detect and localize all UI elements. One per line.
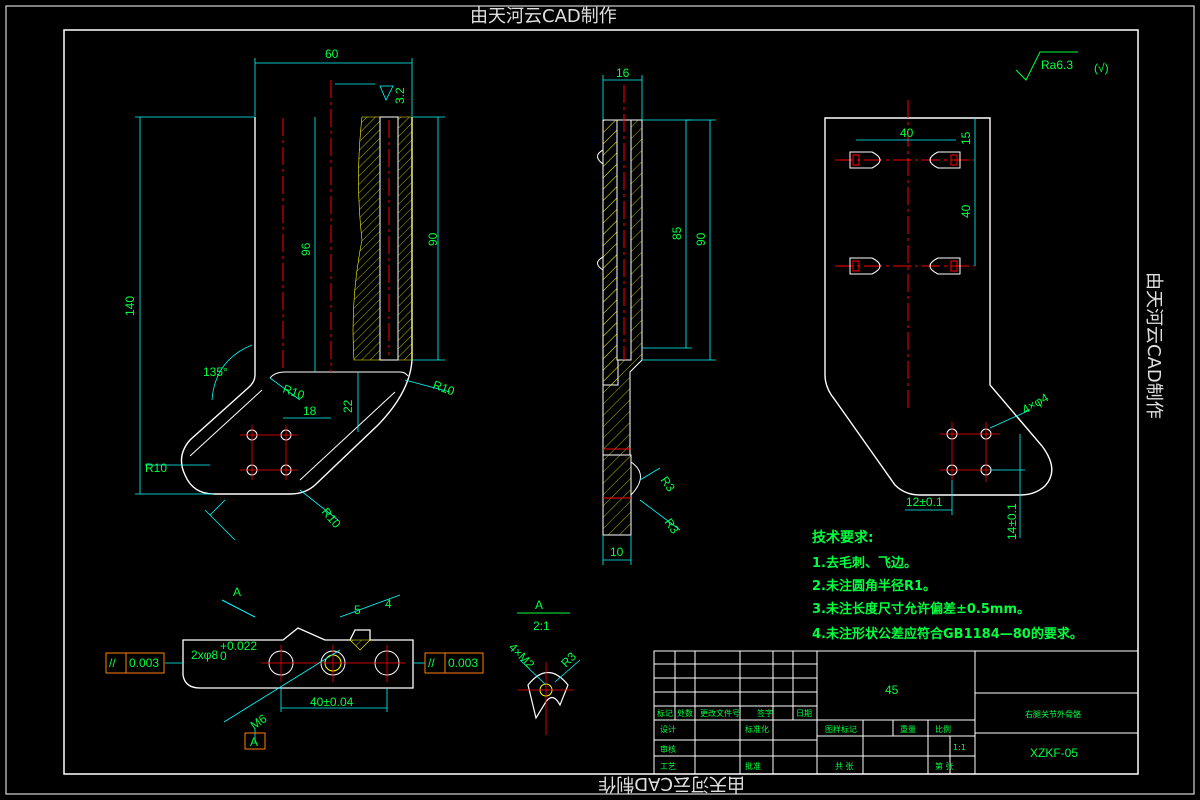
technical-requirements: 技术要求: 1.去毛刺、飞边。 2.未注圆角半径R1。 3.未注长度尺寸允许偏差…: [812, 529, 1083, 642]
svg-text:0: 0: [220, 649, 227, 663]
title-block-text: 标记 处数 更改文件号 签字 日期 设计 标准化 审核 工艺 批准 图样标记 重…: [657, 683, 1081, 771]
svg-text:3.未注长度尺寸允许偏差±0.5mm。: 3.未注长度尺寸允许偏差±0.5mm。: [812, 601, 1030, 617]
detail-a-view: A 2:1 4×M2 R3: [506, 598, 581, 735]
svg-text:0.003: 0.003: [448, 656, 478, 670]
tolerance-frame-right: // 0.003: [424, 652, 484, 674]
svg-text:R10: R10: [319, 505, 344, 531]
svg-text:R10: R10: [145, 461, 167, 475]
svg-text:A: A: [233, 585, 241, 599]
svg-text:M6: M6: [248, 711, 270, 732]
roughness-symbol: Ra6.3 (√): [1015, 51, 1109, 81]
svg-text:90: 90: [426, 232, 440, 246]
svg-text:15: 15: [959, 131, 973, 145]
svg-text:40±0.04: 40±0.04: [310, 695, 354, 709]
svg-text:R10: R10: [431, 378, 457, 399]
side-view: 16 85 90 10 R3 R3: [597, 66, 716, 565]
plan-view: 40 15 40 4×φ4 12±0.1 14±0.1: [824, 100, 1053, 540]
svg-text:R10: R10: [281, 382, 307, 403]
svg-text://: //: [428, 656, 435, 670]
svg-text:图样标记: 图样标记: [825, 724, 857, 734]
scale-value: 1:1: [953, 743, 966, 752]
svg-text:60: 60: [325, 47, 339, 61]
svg-text:135°: 135°: [203, 365, 228, 379]
svg-text:标准化: 标准化: [745, 724, 769, 734]
svg-text:签字: 签字: [757, 708, 773, 718]
svg-text:140: 140: [123, 296, 137, 316]
svg-text:设计: 设计: [660, 724, 676, 734]
svg-text:标记: 标记: [657, 708, 673, 718]
svg-text:0.003: 0.003: [129, 656, 159, 670]
svg-text:R3: R3: [658, 474, 678, 495]
svg-text:85: 85: [670, 226, 684, 240]
svg-text:5: 5: [354, 603, 361, 617]
tolerance-frame-left: // 0.003: [105, 652, 165, 674]
front-holes: [246, 429, 292, 476]
plan-slots: [849, 151, 961, 275]
svg-text:90: 90: [694, 232, 708, 246]
svg-text:4: 4: [385, 597, 392, 611]
cad-drawing: 由天河云CAD制作 由天河云CAD制作 由天河云CAD制作 Ra6.3 (√): [5, 5, 1195, 795]
front-view: 60 140 96 90 3.2 135° R10 R10 R10 R10 18…: [123, 47, 457, 541]
watermark-right: 由天河云CAD制作: [1143, 272, 1164, 419]
svg-text:2.未注圆角半径R1。: 2.未注圆角半径R1。: [812, 578, 936, 594]
svg-text:R3: R3: [558, 649, 579, 670]
svg-text:更改文件号: 更改文件号: [700, 708, 740, 718]
svg-text:共 张: 共 张: [835, 762, 854, 771]
svg-text:1.去毛刺、飞边。: 1.去毛刺、飞边。: [812, 555, 917, 571]
svg-text:4.未注形状公差应符合GB1184—80的要求。: 4.未注形状公差应符合GB1184—80的要求。: [812, 626, 1083, 642]
datum-a-box: A: [244, 732, 266, 750]
svg-text:日期: 日期: [796, 709, 812, 718]
svg-text:A: A: [250, 735, 258, 749]
svg-text:A: A: [535, 598, 543, 612]
svg-text:第 张: 第 张: [935, 761, 954, 771]
drawing-number: XZKF-05: [1030, 746, 1078, 760]
part-name: 右腿关节外骨骼: [1025, 709, 1081, 719]
svg-text:重量: 重量: [900, 724, 916, 734]
watermark-top: 由天河云CAD制作: [470, 6, 617, 27]
svg-text:16: 16: [616, 66, 630, 80]
svg-text:2xφ8: 2xφ8: [191, 648, 218, 662]
svg-text:比例: 比例: [935, 724, 951, 734]
svg-text:14±0.1: 14±0.1: [1005, 503, 1019, 540]
svg-text:22: 22: [341, 399, 355, 413]
material-label: 45: [885, 683, 899, 697]
svg-text:2:1: 2:1: [533, 619, 550, 633]
svg-text:审核: 审核: [660, 744, 676, 754]
section-a-view: A 5 4 2xφ8 +0.022 0 M6 40±0.04 // 0.003 …: [105, 585, 484, 750]
svg-text:Ra6.3: Ra6.3: [1041, 58, 1073, 72]
svg-text:40: 40: [900, 126, 914, 140]
svg-text:工艺: 工艺: [660, 762, 676, 771]
svg-text:技术要求:: 技术要求:: [812, 529, 874, 546]
svg-text:3.2: 3.2: [393, 87, 407, 104]
svg-text:40: 40: [959, 204, 973, 218]
svg-text://: //: [109, 656, 116, 670]
svg-text:批准: 批准: [745, 761, 761, 771]
outer-frame: [5, 5, 1195, 795]
svg-text:10: 10: [610, 545, 624, 559]
svg-text:4×M2: 4×M2: [506, 640, 538, 672]
svg-text:(√): (√): [1094, 61, 1109, 75]
svg-text:4×φ4: 4×φ4: [1020, 390, 1052, 416]
svg-text:18: 18: [303, 404, 317, 418]
svg-text:96: 96: [299, 242, 313, 256]
svg-text:处数: 处数: [677, 708, 693, 718]
svg-text:12±0.1: 12±0.1: [906, 495, 943, 509]
watermark-bottom: 由天河云CAD制作: [598, 773, 745, 794]
